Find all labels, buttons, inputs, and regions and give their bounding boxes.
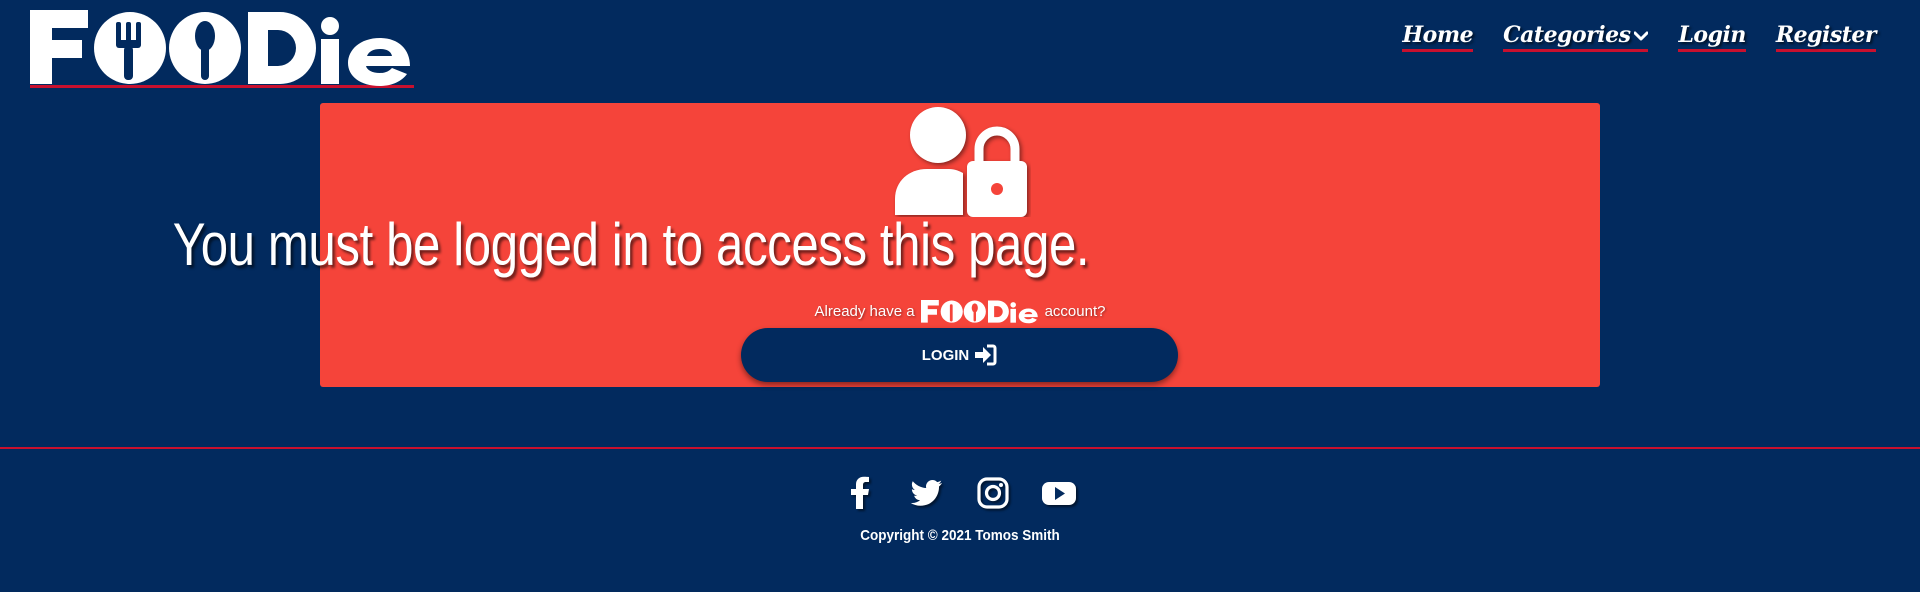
twitter-link[interactable] (909, 475, 945, 511)
footer-divider (0, 447, 1920, 449)
twitter-icon (910, 480, 942, 506)
nav-home[interactable]: Home (1402, 22, 1474, 52)
facebook-icon (851, 476, 869, 509)
youtube-icon (1042, 482, 1076, 505)
foodie-logo-icon (30, 10, 410, 86)
facebook-link[interactable] (843, 475, 879, 511)
instagram-icon (977, 477, 1009, 509)
user-lock-icon (895, 107, 1027, 217)
nav-register[interactable]: Register (1775, 22, 1877, 52)
account-prompt-suffix: account? (1044, 302, 1106, 320)
nav-categories-label: Categories (1503, 22, 1631, 48)
foodie-mini-logo-icon (920, 299, 1038, 324)
nav-login-label: Login (1678, 22, 1746, 48)
account-prompt-prefix: Already have a (814, 302, 915, 320)
site-logo[interactable] (30, 6, 414, 88)
sign-in-icon (975, 344, 997, 366)
nav-login[interactable]: Login (1678, 22, 1746, 52)
nav-home-label: Home (1402, 22, 1474, 48)
main-nav: Home Categories Login Register (1402, 22, 1877, 52)
login-button[interactable]: LOGIN (741, 328, 1178, 382)
login-button-label: LOGIN (921, 346, 970, 364)
youtube-link[interactable] (1041, 475, 1077, 511)
instagram-link[interactable] (975, 475, 1011, 511)
account-prompt: Already have a account? (0, 296, 1920, 326)
page-title: You must be logged in to access this pag… (172, 211, 1090, 278)
page: Home Categories Login Register You must … (0, 0, 1920, 592)
nav-register-label: Register (1775, 22, 1877, 48)
social-links (0, 475, 1920, 511)
nav-categories[interactable]: Categories (1503, 22, 1649, 52)
copyright-text: Copyright © 2021 Tomos Smith (860, 527, 1060, 544)
chevron-down-icon (1633, 26, 1649, 45)
